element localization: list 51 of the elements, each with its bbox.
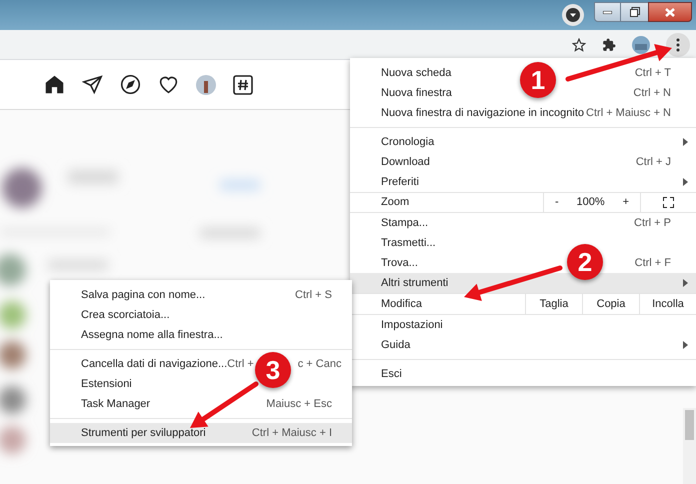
shortcut-label: Ctrl + N	[633, 86, 671, 101]
menu-item[interactable]: Cronologia	[350, 132, 696, 152]
shortcut-label: Ctrl + Maiusc + N	[586, 106, 671, 121]
menu-button[interactable]	[666, 32, 690, 56]
compass-icon[interactable]	[120, 74, 141, 95]
hashtag-icon[interactable]	[233, 74, 253, 94]
shortcut-label: Ctrl + J	[636, 154, 671, 170]
menu-item[interactable]: Altri strumenti	[350, 273, 696, 293]
zoom-in-button[interactable]: +	[618, 194, 634, 211]
close-icon	[665, 8, 675, 16]
menu-item[interactable]: Strumenti per sviluppatori Ctrl + Maiusc + I	[50, 423, 352, 443]
fullscreen-icon	[663, 197, 674, 208]
menu-item[interactable]: Crea scorciatoia...	[50, 305, 352, 325]
puzzle-icon[interactable]	[602, 38, 616, 52]
edit-button[interactable]: Taglia	[525, 294, 582, 314]
minimize-button[interactable]	[594, 2, 621, 22]
heart-icon[interactable]	[158, 74, 179, 95]
home-icon[interactable]	[44, 74, 65, 95]
minimize-icon	[603, 10, 612, 14]
menu-item[interactable]: Preferiti	[350, 172, 696, 192]
edit-button[interactable]: Incolla	[639, 294, 696, 314]
menu-item[interactable]: Assegna nome alla finestra...	[50, 325, 352, 345]
dropdown-icon	[562, 4, 584, 26]
avatar-icon[interactable]	[196, 74, 216, 94]
arrow	[190, 382, 258, 428]
menu-item[interactable]: Salva pagina con nome... Ctrl + S	[50, 285, 352, 305]
shortcut-label: Ctrl +	[227, 356, 254, 372]
menu-item[interactable]: Nuova finestra di navigazione in incognito Ctrl + Maiusc + N	[350, 103, 696, 123]
shortcut-label: Ctrl + S	[295, 288, 332, 303]
shortcut-label: Ctrl + T	[634, 66, 671, 81]
restore-icon	[630, 7, 640, 17]
maximize-button[interactable]	[621, 2, 648, 22]
star-icon[interactable]	[572, 38, 586, 52]
menu-item[interactable]: Trasmetti...	[350, 233, 696, 253]
shortcut-label: Ctrl + P	[634, 216, 671, 231]
zoom-value: 100%	[576, 195, 605, 210]
shortcut-label: c + Canc	[298, 356, 342, 372]
kebab-icon	[676, 38, 680, 52]
close-button[interactable]	[648, 2, 692, 22]
shortcut-label: Ctrl + Maiusc + I	[252, 426, 332, 441]
menu-item[interactable]: Download Ctrl + J	[350, 152, 696, 172]
edit-button[interactable]: Copia	[582, 294, 639, 314]
shortcut-label: Ctrl + F	[634, 256, 671, 271]
edit-label: Modifica	[380, 296, 423, 312]
zoom-out-button[interactable]: -	[550, 194, 563, 211]
zoom-label: Zoom	[380, 195, 410, 210]
menu-item[interactable]: Task Manager Maiusc + Esc	[50, 394, 352, 414]
menu-item[interactable]: Stampa... Ctrl + P	[350, 213, 696, 233]
avatar-icon[interactable]	[632, 36, 650, 54]
send-icon[interactable]	[82, 74, 103, 95]
shortcut-label: Maiusc + Esc	[266, 396, 332, 412]
